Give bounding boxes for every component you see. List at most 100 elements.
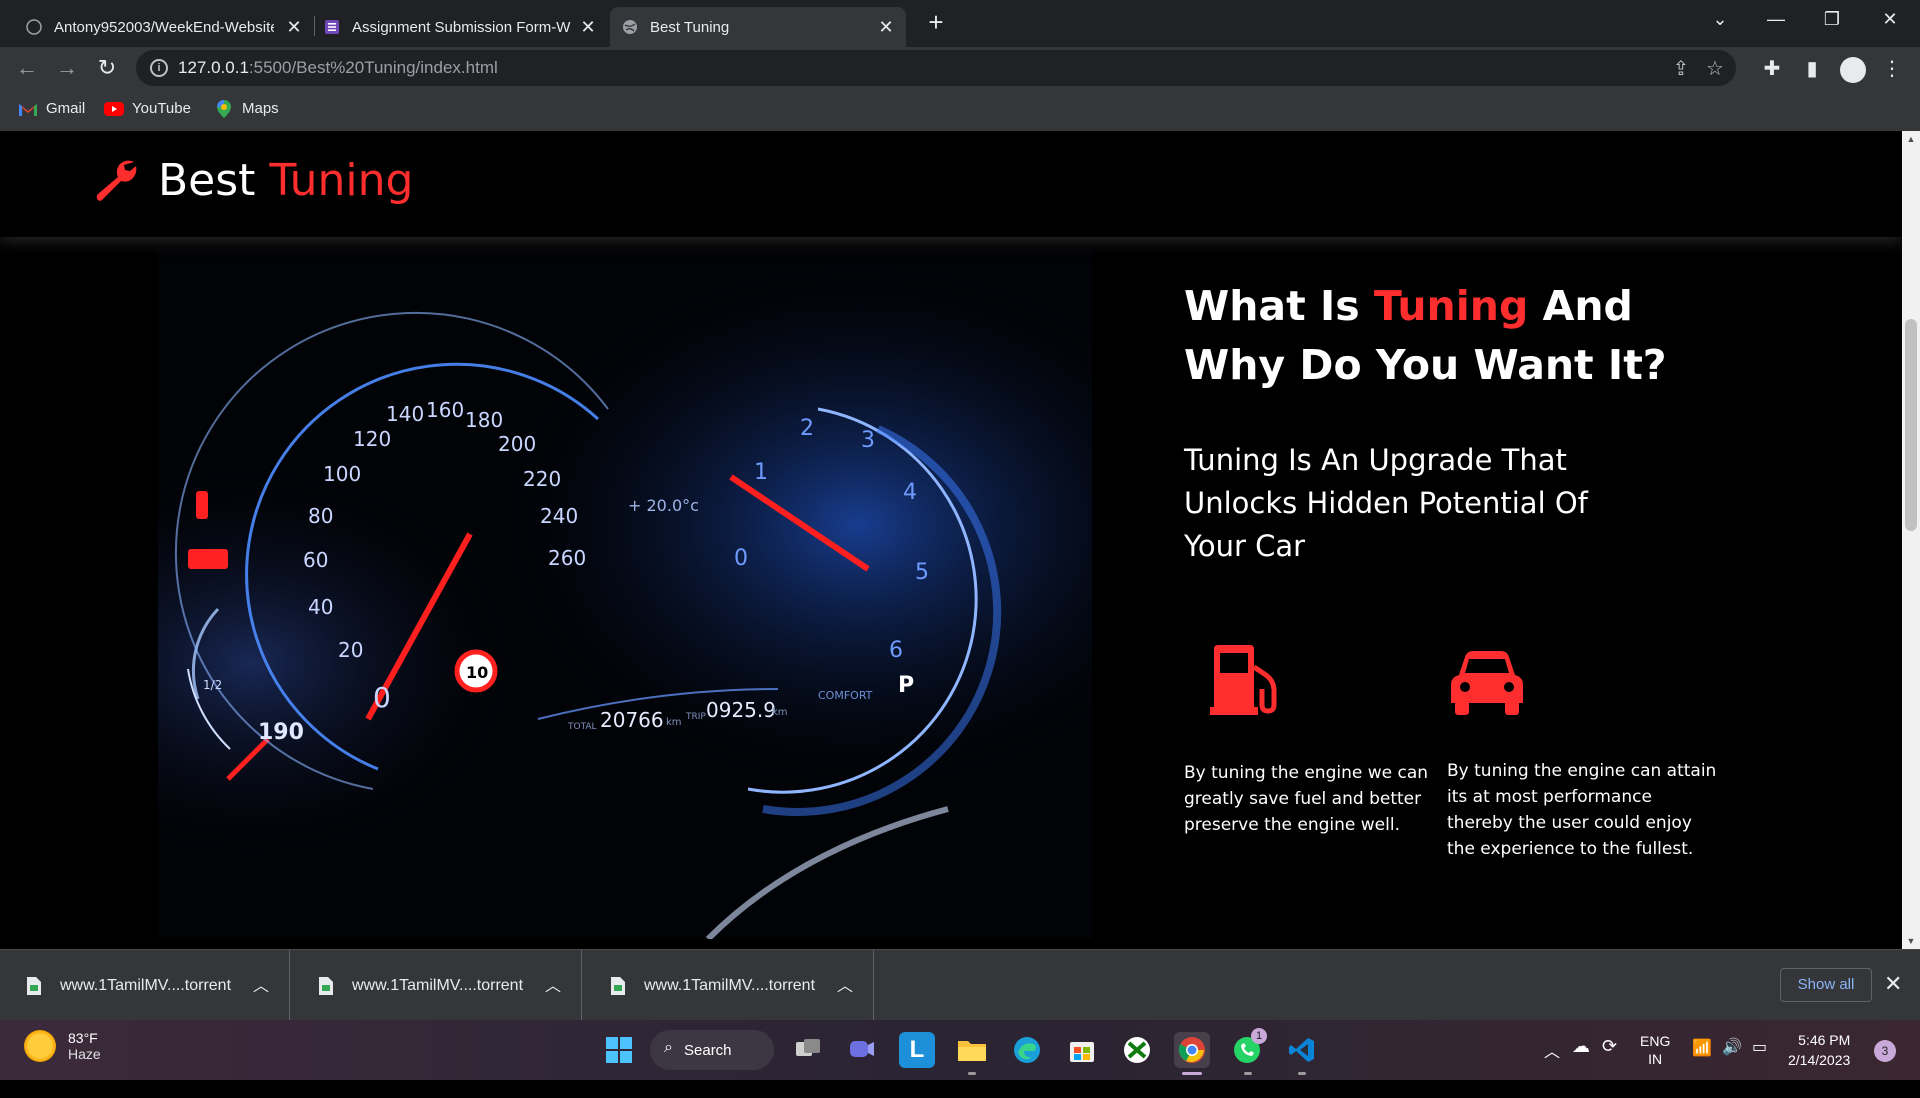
fuel-half-label: 1/2	[203, 678, 222, 692]
tab-title: Assignment Submission Form-W	[352, 18, 571, 36]
share-icon[interactable]: ⇪	[1668, 56, 1694, 82]
launcher-l-icon[interactable]: L	[899, 1032, 935, 1068]
tab-best-tuning[interactable]: Best Tuning ✕	[610, 7, 906, 47]
nav-home[interactable]: Home	[0, 131, 43, 148]
maps-icon	[214, 99, 234, 118]
speed-tick-label: 160	[426, 398, 464, 422]
nav-team[interactable]: Team	[109, 131, 148, 148]
scroll-up-icon[interactable]: ▲	[1902, 131, 1920, 147]
tab-github[interactable]: Antony952003/WeekEnd-Website ✕	[14, 7, 314, 47]
downloads-bar: www.1TamilMV....torrent ︿ www.1TamilMV..…	[0, 949, 1920, 1021]
bookmark-star-icon[interactable]: ☆	[1702, 56, 1728, 82]
windows-start-icon[interactable]	[601, 1032, 637, 1068]
bookmark-maps[interactable]: Maps	[214, 99, 279, 118]
site-logo[interactable]: Best Tuning	[94, 155, 413, 206]
nav-about-us[interactable]: About Us	[219, 131, 285, 148]
profile-avatar[interactable]	[1840, 57, 1866, 83]
globe-icon	[622, 19, 638, 35]
battery-icon[interactable]: ▭	[1752, 1037, 1767, 1097]
file-icon	[611, 976, 625, 995]
download-item[interactable]: www.1TamilMV....torrent ︿	[0, 950, 290, 1021]
xbox-icon[interactable]	[1119, 1032, 1155, 1068]
download-item[interactable]: www.1TamilMV....torrent ︿	[292, 950, 582, 1021]
speed-limit-value: 10	[466, 663, 488, 682]
weather-widget[interactable]: 83°F Haze	[24, 1030, 101, 1062]
page-scrollbar[interactable]: ▲ ▼	[1902, 131, 1920, 949]
weather-condition: Haze	[68, 1046, 101, 1062]
chevron-up-icon[interactable]: ︿	[1544, 1038, 1560, 1098]
close-icon[interactable]: ✕	[284, 17, 304, 37]
nav-contacts[interactable]: Contacts	[153, 131, 216, 148]
speed-tick-label: 20	[338, 638, 363, 662]
system-clock[interactable]: 5:46 PM 2/14/2023	[1788, 1030, 1850, 1070]
wifi-icon[interactable]: 📶	[1692, 1038, 1712, 1098]
wrench-icon	[96, 160, 137, 201]
scrollbar-thumb[interactable]	[1905, 319, 1917, 531]
close-window-button[interactable]: ✕	[1870, 4, 1910, 34]
new-tab-button[interactable]: +	[922, 8, 950, 36]
download-filename: www.1TamilMV....torrent	[60, 976, 232, 994]
edge-browser-icon[interactable]	[1009, 1032, 1045, 1068]
odometer-total-value: 20766	[600, 708, 664, 732]
speed-tick-label: 60	[303, 548, 328, 572]
feature-fuel-text: By tuning the engine we can greatly save…	[1184, 763, 1429, 835]
bookmark-youtube[interactable]: YouTube	[104, 100, 191, 117]
info-icon[interactable]: i	[150, 59, 168, 77]
extensions-icon[interactable]: ✚	[1758, 55, 1786, 83]
close-downloads-icon[interactable]: ✕	[1884, 970, 1902, 998]
speed-tick-label: 200	[498, 432, 536, 456]
onedrive-cloud-icon[interactable]: ☁	[1572, 1036, 1590, 1096]
close-icon[interactable]: ✕	[876, 17, 896, 37]
speed-zero-label: 0	[373, 681, 391, 714]
show-all-downloads-button[interactable]: Show all	[1780, 968, 1872, 1002]
volume-icon[interactable]: 🔊	[1722, 1037, 1742, 1097]
side-panel-icon[interactable]: ▮	[1798, 55, 1826, 83]
teams-chat-icon[interactable]	[844, 1032, 880, 1068]
bookmark-label: YouTube	[132, 100, 191, 117]
reload-button[interactable]: ↻	[92, 53, 122, 83]
dashboard-hero-image: 20 40 60 80 100 120 140 160 180 200 220 …	[158, 249, 1092, 939]
nav-projects[interactable]: Projects	[47, 131, 105, 148]
task-view-icon[interactable]	[790, 1032, 826, 1068]
microsoft-store-icon[interactable]	[1064, 1032, 1100, 1068]
running-indicator	[1244, 1072, 1252, 1075]
language-indicator[interactable]: ENG IN	[1640, 1032, 1670, 1092]
chevron-up-icon[interactable]: ︿	[253, 972, 269, 996]
km-unit: km	[772, 707, 788, 718]
minimize-button[interactable]: —	[1756, 4, 1796, 34]
speed-tick-label: 180	[465, 408, 503, 432]
bookmark-label: Gmail	[46, 100, 86, 117]
file-explorer-icon[interactable]	[954, 1032, 990, 1068]
tab-search-icon[interactable]: ⌄	[1700, 4, 1740, 34]
chevron-up-icon[interactable]: ︿	[545, 972, 561, 996]
bookmark-gmail[interactable]: Gmail	[18, 100, 85, 117]
clock-date: 2/14/2023	[1788, 1052, 1851, 1068]
drive-mode-label: COMFORT	[818, 689, 873, 702]
speed-tick-label: 220	[523, 467, 561, 491]
download-filename: www.1TamilMV....torrent	[644, 976, 816, 994]
restore-button[interactable]: ❐	[1812, 4, 1852, 34]
url-text: 127.0.0.1:5500/Best%20Tuning/index.html	[178, 58, 498, 77]
chrome-icon[interactable]	[1174, 1032, 1210, 1068]
vscode-icon[interactable]	[1284, 1032, 1320, 1068]
scroll-down-icon[interactable]: ▼	[1902, 933, 1920, 949]
back-button[interactable]: ←	[12, 53, 42, 83]
chevron-up-icon[interactable]: ︿	[837, 972, 853, 996]
address-bar[interactable]: i 127.0.0.1:5500/Best%20Tuning/index.htm…	[136, 50, 1736, 86]
close-icon[interactable]: ✕	[578, 17, 598, 37]
whatsapp-icon[interactable]: 1	[1229, 1028, 1267, 1068]
section-subheadline: Tuning Is An Upgrade That Unlocks Hidden…	[1184, 443, 1588, 563]
download-item[interactable]: www.1TamilMV....torrent ︿	[584, 950, 874, 1021]
odometer-trip-value: 0925.9	[706, 698, 776, 722]
tab-assignment-form[interactable]: Assignment Submission Form-W ✕	[312, 7, 608, 47]
speed-tick-label: 140	[386, 402, 424, 426]
active-indicator	[1182, 1072, 1202, 1075]
forward-button[interactable]: →	[52, 53, 82, 83]
menu-icon[interactable]: ⋮	[1878, 55, 1906, 83]
notification-badge[interactable]: 3	[1874, 1040, 1896, 1062]
car-icon	[1451, 651, 1523, 715]
clock-time: 5:46 PM	[1798, 1032, 1851, 1048]
sync-icon[interactable]: ⟳	[1602, 1036, 1617, 1096]
taskbar-search[interactable]: ⌕ Search	[650, 1030, 774, 1070]
speed-tick-label: 80	[308, 504, 333, 528]
